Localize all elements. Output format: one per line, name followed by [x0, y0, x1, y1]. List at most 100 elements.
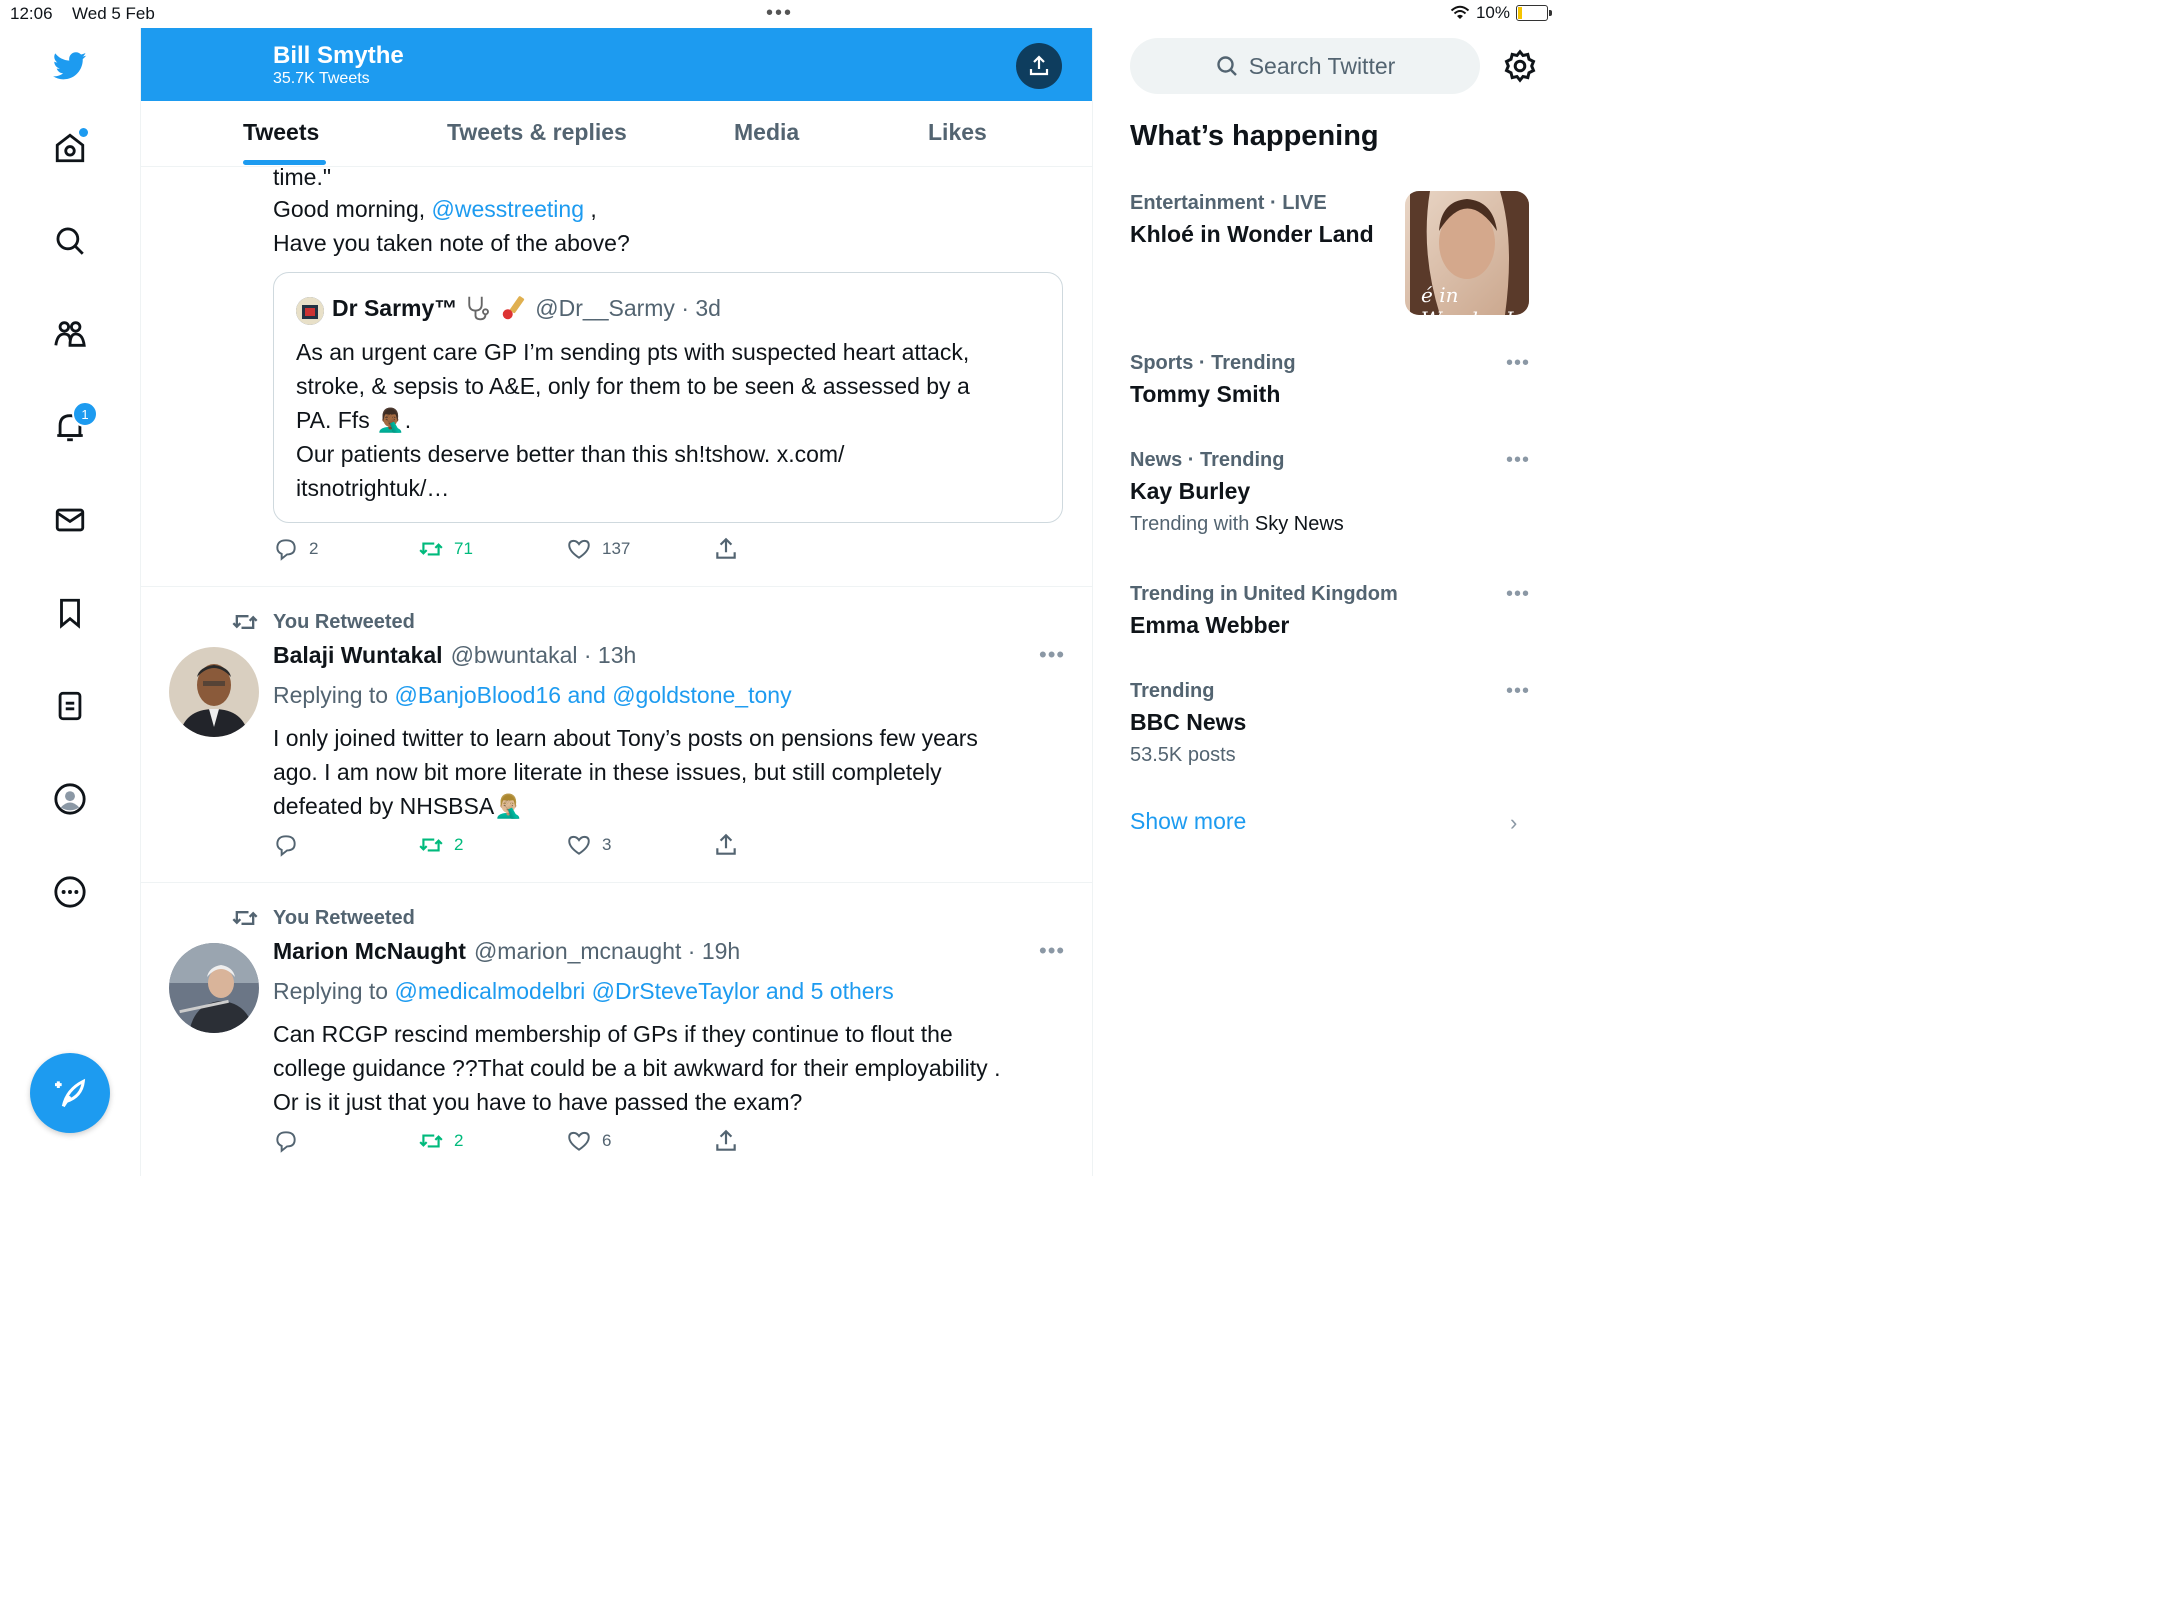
handle-time: @marion_mcnaught · 19h — [473, 938, 741, 964]
retweet-button[interactable]: 71 — [418, 536, 473, 562]
trend-thumbnail[interactable]: é in Wonder L — [1405, 191, 1529, 315]
tab-media[interactable]: Media — [734, 119, 799, 146]
communities-icon[interactable] — [50, 314, 90, 354]
trend-name: Khloé in Wonder Land — [1130, 221, 1374, 247]
settings-button[interactable] — [1502, 48, 1538, 84]
trend-item[interactable]: Sports · Trending Tommy Smith — [1130, 352, 1296, 408]
avatar[interactable] — [169, 943, 259, 1033]
trend-meta: News · Trending — [1130, 449, 1285, 471]
cricket-icon — [503, 296, 525, 320]
retweet-context-icon — [232, 911, 258, 925]
more-options-icon[interactable] — [50, 872, 90, 912]
chevron-right-icon[interactable]: › — [1510, 810, 1517, 836]
notifications-bell-icon[interactable]: 1 — [50, 401, 98, 447]
trend-meta: Entertainment · LIVE — [1130, 192, 1374, 215]
handle-time: @bwuntakal · 13h — [450, 642, 637, 668]
tweet-text-line: Have you taken note of the above? — [273, 230, 630, 256]
trend-meta: Trending in United Kingdom — [1130, 583, 1398, 605]
profile-tweet-count: 35.7K Tweets — [273, 70, 370, 87]
tab-likes[interactable]: Likes — [928, 119, 987, 146]
tweet-text-line: college guidance ??That could be a bit a… — [273, 1055, 1001, 1081]
replying-to-links[interactable]: @medicalmodelbri @DrSteveTaylor and 5 ot… — [394, 978, 893, 1004]
profile-icon[interactable] — [50, 779, 90, 819]
tab-tweets-replies[interactable]: Tweets & replies — [447, 119, 627, 146]
tweet-more-button[interactable]: ••• — [1039, 642, 1065, 668]
trend-item[interactable]: Trending in United Kingdom Emma Webber — [1130, 583, 1398, 639]
tweet-more-button[interactable]: ••• — [1039, 938, 1065, 964]
avatar[interactable] — [169, 647, 259, 737]
tab-tweets[interactable]: Tweets — [243, 119, 319, 146]
replying-to-links[interactable]: @BanjoBlood16 and @goldstone_tony — [394, 682, 791, 708]
bookmarks-icon[interactable] — [50, 593, 90, 633]
mention-link[interactable]: @wesstreeting — [432, 196, 584, 222]
replying-prefix: Replying to — [273, 682, 395, 708]
quoted-author-name: Dr Sarmy™ — [332, 294, 458, 321]
trend-extra-prefix: Trending with — [1130, 513, 1255, 535]
quoted-text-line: stroke, & sepsis to A&E, only for them t… — [296, 373, 970, 399]
trend-more-button[interactable]: ••• — [1506, 352, 1530, 375]
retweet-count: 2 — [454, 1131, 464, 1150]
trend-meta: Trending — [1130, 680, 1215, 702]
quoted-text-line: itsnotrightuk/… — [296, 475, 450, 501]
trend-category: Entertainment · LIVE — [1130, 192, 1327, 214]
compose-tweet-button[interactable] — [30, 1053, 110, 1133]
trend-more-button[interactable]: ••• — [1506, 680, 1530, 703]
tweet-text-line: Good morning, @wesstreeting , — [273, 192, 597, 226]
profile-header: Bill Smythe 35.7K Tweets — [141, 28, 1092, 101]
tweet-text-line: time." — [273, 164, 332, 190]
quoted-handle-time: @Dr__Sarmy · 3d — [535, 294, 721, 321]
author-name[interactable]: Marion McNaught — [273, 938, 466, 965]
author-name[interactable]: Balaji Wuntakal — [273, 642, 443, 669]
trend-name: Emma Webber — [1130, 612, 1290, 638]
share-tweet-button[interactable] — [713, 1128, 739, 1154]
whats-happening-title: What’s happening — [1130, 120, 1379, 152]
trend-item[interactable]: Trending BBC News 53.5K posts — [1130, 680, 1246, 767]
retweet-count: 71 — [454, 539, 473, 558]
share-icon — [716, 537, 736, 559]
tweet-text-line: I only joined twitter to learn about Ton… — [273, 725, 978, 751]
quoted-header: Dr Sarmy™ @Dr__Sarmy · 3d — [332, 293, 721, 323]
share-icon — [1029, 55, 1049, 76]
search-placeholder: Search Twitter — [1248, 52, 1396, 79]
reply-button[interactable] — [273, 832, 309, 858]
quoted-tweet[interactable]: Dr Sarmy™ @Dr__Sarmy · 3d As an urgent c… — [273, 272, 1063, 523]
show-more-link[interactable]: Show more — [1130, 808, 1246, 835]
retweet-button[interactable]: 2 — [418, 1128, 463, 1154]
replying-to: Replying to @BanjoBlood16 and @goldstone… — [273, 678, 792, 712]
retweet-context: You Retweeted — [231, 904, 415, 932]
trend-meta: Sports · Trending — [1130, 352, 1296, 374]
like-button[interactable]: 3 — [566, 832, 611, 858]
retweet-context: You Retweeted — [231, 608, 415, 636]
retweet-button[interactable]: 2 — [418, 832, 463, 858]
like-button[interactable]: 137 — [566, 536, 630, 562]
twitter-logo-icon[interactable] — [50, 46, 90, 86]
quoted-avatar — [296, 297, 324, 325]
home-icon[interactable] — [50, 128, 90, 168]
like-button[interactable]: 6 — [566, 1128, 611, 1154]
status-time: 12:06 — [10, 4, 53, 23]
trend-item[interactable]: News · Trending Kay Burley Trending with… — [1130, 449, 1344, 536]
tweet-text-line: defeated by NHSBSA🤦🏼‍♂️ — [273, 793, 523, 819]
trend-name: Kay Burley — [1130, 478, 1251, 504]
share-icon — [716, 1129, 736, 1151]
trend-more-button[interactable]: ••• — [1506, 583, 1530, 606]
multitasking-dots[interactable]: ••• — [766, 2, 793, 25]
explore-search-icon[interactable] — [50, 221, 90, 261]
share-tweet-button[interactable] — [713, 536, 739, 562]
reply-button[interactable]: 2 — [273, 536, 318, 562]
trend-more-button[interactable]: ••• — [1506, 449, 1530, 472]
tweet-divider — [141, 586, 1092, 587]
search-input[interactable]: Search Twitter — [1130, 38, 1480, 94]
share-profile-button[interactable] — [1016, 43, 1062, 89]
lists-icon[interactable] — [50, 686, 90, 726]
reply-button[interactable] — [273, 1128, 309, 1154]
messages-envelope-icon[interactable] — [50, 500, 90, 540]
trend-extra-name[interactable]: Sky News — [1255, 513, 1344, 535]
quoted-text-line: Our patients deserve better than this sh… — [296, 441, 845, 467]
share-tweet-button[interactable] — [713, 832, 739, 858]
trend-item[interactable]: Entertainment · LIVE Khloé in Wonder Lan… — [1130, 192, 1374, 248]
tweet-header: Marion McNaught @marion_mcnaught · 19h — [273, 938, 740, 965]
reply-icon — [276, 539, 296, 561]
trend-extra: Trending with Sky News — [1130, 513, 1344, 536]
quoted-text-line: As an urgent care GP I’m sending pts wit… — [296, 339, 970, 365]
